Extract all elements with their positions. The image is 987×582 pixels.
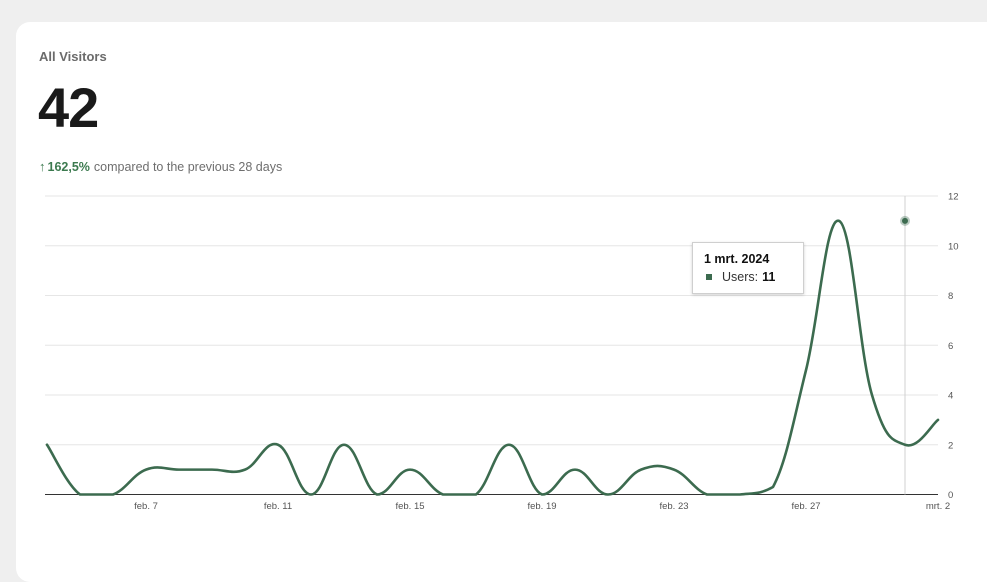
y-tick-label: 8 [948, 291, 953, 302]
y-tick-label: 2 [948, 440, 953, 451]
x-tick-label: feb. 11 [264, 501, 292, 512]
users-series-line [45, 219, 940, 496]
y-tick-label: 0 [948, 490, 953, 501]
tooltip-series-label: Users: [722, 270, 759, 284]
visitors-line-chart[interactable]: 0 2 4 6 8 10 12 feb. 7 feb. 11 feb. 15 feb. 19 feb.… [0, 0, 987, 564]
x-tick-label: feb. 23 [659, 501, 688, 512]
y-tick-label: 4 [948, 391, 953, 402]
x-tick-label: feb. 19 [527, 501, 556, 512]
y-tick-label: 12 [948, 192, 959, 203]
tooltip-value: 11 [762, 270, 776, 284]
series-swatch [706, 274, 712, 280]
chart-tooltip: 1 mrt. 2024 Users: 11 [692, 242, 804, 294]
x-tick-label: mrt. 2 [926, 501, 950, 512]
y-tick-label: 10 [948, 241, 959, 252]
highlight-point [902, 217, 908, 224]
tooltip-date: 1 mrt. 2024 [704, 252, 770, 266]
x-tick-label: feb. 15 [395, 501, 424, 512]
y-tick-label: 6 [948, 341, 953, 352]
x-tick-label: feb. 7 [134, 501, 158, 512]
x-tick-label: feb. 27 [791, 501, 820, 512]
tooltip-row: Users: 11 [704, 270, 793, 284]
